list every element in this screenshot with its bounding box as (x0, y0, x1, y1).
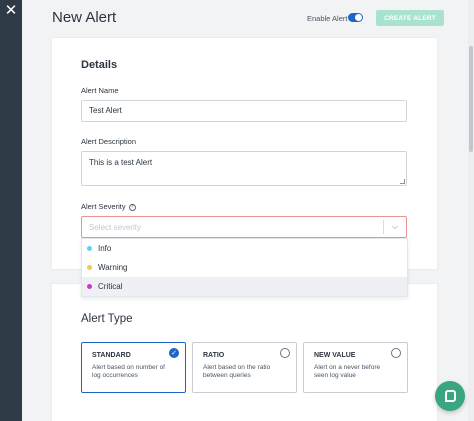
checkmark-icon[interactable]: ✓ (169, 348, 179, 358)
page-header: New Alert Enable Alert CREATE ALERT (22, 0, 468, 38)
details-card: Details Alert Name Test Alert Alert Desc… (52, 38, 437, 269)
radio-button[interactable] (280, 348, 290, 358)
close-icon: ✕ (4, 1, 18, 19)
enable-alert-toggle[interactable] (348, 13, 363, 22)
severity-select-placeholder: Select severity (89, 223, 142, 232)
alert-type-card: Alert Type STANDARD Alert based on numbe… (52, 284, 437, 421)
alert-type-ratio[interactable]: RATIO Alert based on the ratio between q… (192, 342, 297, 393)
severity-option-critical[interactable]: Critical (82, 277, 407, 296)
alert-type-name: NEW VALUE (314, 352, 356, 359)
critical-dot-icon (87, 284, 92, 289)
chat-button[interactable] (435, 381, 465, 411)
alert-severity-label-text: Alert Severity (81, 202, 126, 211)
severity-select[interactable]: Select severity ⌵ (81, 216, 407, 238)
alert-type-standard[interactable]: STANDARD Alert based on number of log oc… (81, 342, 186, 393)
alert-type-description: Alert on a never before seen log value (314, 364, 381, 379)
severity-option-info[interactable]: Info (82, 239, 407, 258)
question-circle-icon[interactable]: ? (128, 203, 136, 211)
severity-dropdown-menu: Info Warning Critical (81, 238, 408, 297)
severity-option-label: Info (98, 244, 112, 253)
create-alert-button[interactable]: CREATE ALERT (376, 10, 444, 26)
alert-severity-label: Alert Severity? (81, 202, 136, 211)
toggle-knob (355, 14, 362, 21)
radio-button[interactable] (391, 348, 401, 358)
page-title: New Alert (52, 9, 117, 26)
alert-name-input[interactable]: Test Alert (81, 100, 407, 122)
alert-name-label: Alert Name (81, 86, 119, 95)
alert-description-label: Alert Description (81, 137, 137, 146)
severity-option-label: Warning (98, 263, 128, 272)
alert-type-section-title: Alert Type (81, 313, 133, 325)
close-button[interactable]: ✕ (0, 0, 22, 20)
details-section-title: Details (81, 59, 118, 71)
alert-type-description: Alert based on the ratio between queries (203, 364, 271, 379)
alert-description-value: This is a test Alert (89, 158, 153, 167)
severity-option-warning[interactable]: Warning (82, 258, 407, 277)
resize-handle-icon[interactable] (400, 179, 405, 184)
alert-description-textarea[interactable]: This is a test Alert (81, 151, 407, 186)
enable-alert-label: Enable Alert (307, 14, 348, 23)
info-dot-icon (87, 246, 92, 251)
chat-icon (444, 390, 456, 402)
left-sidebar: ✕ (0, 0, 22, 421)
select-divider (383, 220, 384, 234)
alert-type-name: RATIO (203, 352, 225, 359)
scrollbar-track[interactable] (468, 0, 474, 421)
severity-option-label: Critical (98, 282, 123, 291)
chevron-down-icon[interactable]: ⌵ (390, 220, 400, 234)
alert-type-new-value[interactable]: NEW VALUE Alert on a never before seen l… (303, 342, 408, 393)
warning-dot-icon (87, 265, 92, 270)
scrollbar-thumb[interactable] (469, 46, 473, 152)
alert-type-description: Alert based on number of log occurrences (92, 364, 165, 379)
alert-type-name: STANDARD (92, 352, 131, 359)
